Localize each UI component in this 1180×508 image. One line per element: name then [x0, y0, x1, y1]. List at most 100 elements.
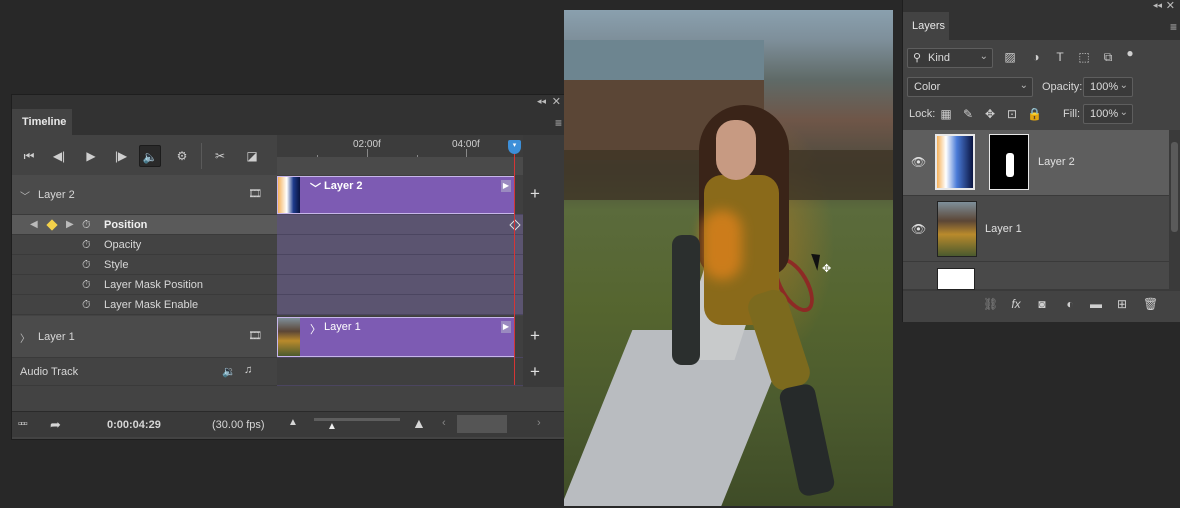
property-row-style[interactable]: ⏱ Style — [12, 255, 277, 275]
audio-track — [277, 358, 523, 386]
frame-animation-icon[interactable]: ▫▫▫ — [18, 418, 28, 430]
chevron-down-icon[interactable]: ﹀ — [20, 188, 30, 203]
lock-position-icon[interactable]: ✥ — [983, 107, 997, 121]
layers-scrollbar[interactable] — [1169, 130, 1180, 290]
clip-end-arrow-icon[interactable]: ▶ — [501, 180, 511, 192]
scroll-left-icon[interactable]: ‹ — [442, 417, 446, 429]
previous-keyframe-icon[interactable]: ◀ — [30, 219, 38, 230]
layer-mask-thumbnail[interactable] — [989, 134, 1029, 190]
property-label: Layer Mask Enable — [104, 299, 199, 311]
property-row-layer-mask-enable[interactable]: ⏱ Layer Mask Enable — [12, 295, 277, 315]
chevron-right-icon[interactable]: 〉 — [20, 330, 30, 345]
opacity-input[interactable]: 100% ⌄ — [1083, 77, 1133, 97]
property-row-opacity[interactable]: ⏱ Opacity — [12, 235, 277, 255]
property-track — [277, 295, 523, 315]
audio-track-row[interactable]: Audio Track 🔉 ♫ — [12, 358, 277, 386]
link-layers-icon[interactable]: ⛓ — [983, 297, 998, 311]
stopwatch-icon[interactable]: ⏱ — [82, 219, 91, 232]
layer-2-row[interactable]: ﹀ Layer 2 🎞 — [12, 175, 277, 215]
work-area-bar[interactable] — [277, 157, 523, 175]
stopwatch-icon[interactable]: ⏱ — [82, 239, 91, 252]
filmstrip-menu-icon[interactable]: 🎞 — [248, 187, 262, 200]
keyframe-marker[interactable] — [509, 219, 521, 231]
frame-rate: (30.00 fps) — [212, 419, 265, 431]
photo-face — [716, 120, 756, 180]
go-to-first-frame-icon[interactable]: ⏮ — [18, 145, 40, 167]
type-layer-filter-icon[interactable]: T — [1053, 50, 1067, 64]
lock-image-pixels-icon[interactable]: ✎ — [961, 107, 975, 121]
speaker-icon[interactable]: 🔉 — [222, 365, 236, 378]
add-audio-icon[interactable]: + — [530, 362, 540, 382]
tab-layers[interactable]: Layers — [903, 12, 949, 40]
layer-name[interactable]: Layer 2 — [1038, 156, 1075, 168]
panel-menu-icon[interactable]: ≡ — [1170, 20, 1177, 34]
delete-layer-icon[interactable]: 🗑 — [1143, 297, 1158, 311]
playhead-handle[interactable]: ▾ — [508, 140, 521, 154]
layer-1-thumbnail — [937, 201, 977, 257]
add-media-icon[interactable]: + — [530, 184, 540, 204]
track-add-column — [523, 135, 566, 387]
add-mask-icon[interactable]: ◙ — [1035, 297, 1049, 311]
clip-end-arrow-icon[interactable]: ▶ — [501, 321, 511, 333]
next-frame-icon[interactable]: |▶ — [110, 145, 132, 167]
play-icon[interactable]: ▶ — [80, 145, 102, 167]
zoom-in-icon[interactable]: ▲ — [412, 415, 426, 431]
layer-list-item[interactable]: 👁 Layer 2 — [903, 130, 1169, 196]
scrollbar-thumb[interactable] — [1171, 142, 1178, 232]
layer-1-clip[interactable]: 〉 Layer 1 ▶ — [277, 317, 515, 357]
collapse-panel-icon[interactable]: ◂◂ — [537, 96, 546, 107]
lock-all-icon[interactable]: 🔒 — [1027, 107, 1042, 121]
adjustment-layer-icon[interactable]: ◐ — [1063, 297, 1077, 311]
layer-1-row[interactable]: 〉 Layer 1 🎞 — [12, 316, 277, 358]
stopwatch-icon[interactable]: ⏱ — [82, 299, 91, 312]
stopwatch-icon[interactable]: ⏱ — [82, 259, 91, 272]
tab-timeline[interactable]: Timeline — [12, 109, 72, 135]
fill-input[interactable]: 100% ⌄ — [1083, 104, 1133, 124]
filter-toggle-icon[interactable]: ● — [1123, 46, 1137, 60]
split-at-playhead-icon[interactable]: ✂ — [209, 145, 231, 167]
mute-audio-icon[interactable]: 🔈 — [139, 145, 161, 167]
close-panel-icon[interactable]: ✕ — [1166, 0, 1175, 12]
layer-name[interactable]: Layer 1 — [985, 223, 1022, 235]
layer-2-clip[interactable]: ﹀ Layer 2 ▶ — [277, 176, 515, 214]
scroll-right-icon[interactable]: › — [537, 417, 541, 429]
filter-kind-value: Kind — [928, 52, 951, 64]
opacity-label: Opacity: — [1042, 81, 1083, 93]
property-row-position[interactable]: ◀ ▶ ⏱ Position — [12, 215, 277, 235]
smart-object-filter-icon[interactable]: ⧉ — [1101, 50, 1115, 64]
canvas-photo[interactable]: ✥ — [564, 10, 893, 506]
shape-layer-filter-icon[interactable]: ⬚ — [1077, 50, 1091, 64]
blend-mode-select[interactable]: Color ⌄ — [907, 77, 1033, 97]
stopwatch-icon[interactable]: ⏱ — [82, 279, 91, 292]
music-note-icon[interactable]: ♫ — [244, 364, 252, 376]
add-media-icon[interactable]: + — [530, 326, 540, 346]
visibility-eye-icon[interactable]: 👁 — [911, 155, 926, 169]
lock-transparent-pixels-icon[interactable]: ▦ — [939, 107, 953, 121]
layer-list-item[interactable] — [903, 262, 1169, 290]
filmstrip-menu-icon[interactable]: 🎞 — [248, 329, 262, 342]
visibility-eye-icon[interactable]: 👁 — [911, 222, 926, 236]
pixel-layer-filter-icon[interactable]: ▨ — [1003, 50, 1017, 64]
panel-menu-icon[interactable]: ≡ — [555, 116, 562, 130]
next-keyframe-icon[interactable]: ▶ — [66, 219, 74, 230]
collapse-panel-icon[interactable]: ◂◂ — [1153, 0, 1162, 11]
lock-artboard-icon[interactable]: ⊡ — [1005, 107, 1019, 121]
adjustment-layer-filter-icon[interactable]: ◑ — [1029, 50, 1043, 64]
keyframe-icon[interactable] — [46, 219, 58, 231]
transition-icon[interactable]: ◪ — [241, 145, 263, 167]
zoom-out-icon[interactable]: ▲ — [288, 417, 298, 428]
property-label: Opacity — [104, 239, 142, 251]
new-layer-icon[interactable]: ⊞ — [1115, 297, 1129, 311]
render-video-icon[interactable]: ➦ — [50, 417, 61, 433]
horizontal-scrollbar[interactable] — [457, 415, 507, 433]
fx-icon[interactable]: fx — [1009, 297, 1023, 311]
clip-thumbnail — [278, 177, 300, 213]
new-group-icon[interactable]: ▬ — [1089, 297, 1103, 311]
previous-frame-icon[interactable]: ◀| — [48, 145, 70, 167]
filter-kind-select[interactable]: ⚲ Kind ⌄ — [907, 48, 993, 68]
close-panel-icon[interactable]: ✕ — [552, 95, 561, 108]
property-row-layer-mask-position[interactable]: ⏱ Layer Mask Position — [12, 275, 277, 295]
zoom-slider-thumb[interactable]: ▲ — [327, 421, 337, 432]
playback-settings-icon[interactable]: ⚙ — [171, 145, 193, 167]
layer-list-item[interactable]: 👁 Layer 1 — [903, 196, 1169, 262]
